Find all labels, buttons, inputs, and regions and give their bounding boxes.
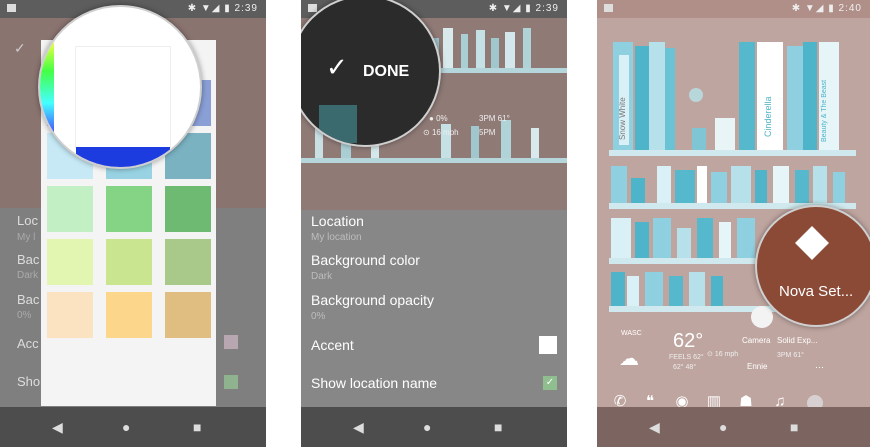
camera-app-label[interactable]: Camera xyxy=(742,336,770,345)
show-location-label[interactable]: Show location name xyxy=(311,375,437,391)
accent-label[interactable]: Accent xyxy=(311,337,354,353)
show-location-checkbox[interactable]: ✓ xyxy=(543,376,557,390)
location-label: Loc xyxy=(17,213,38,228)
book-title: Beauty & The Beast xyxy=(819,42,839,150)
color-swatch[interactable] xyxy=(47,186,93,232)
show-location-label: Sho xyxy=(17,374,41,389)
nav-bar: ◀ ● ■ xyxy=(597,407,870,447)
box-decor xyxy=(715,118,735,150)
cloud-icon: ☁ xyxy=(619,348,639,370)
bg-opacity-sub: 0% xyxy=(17,310,32,321)
nav-bar: ◀ ● ■ xyxy=(301,407,567,447)
color-swatch[interactable] xyxy=(165,239,211,285)
check-icon[interactable]: ✓ xyxy=(14,40,26,57)
widget-line-2: ⊙ 16 mph xyxy=(423,128,459,137)
status-bar: ✱ ▼◢ ▮ 2:40 xyxy=(597,0,870,18)
back-button[interactable]: ◀ xyxy=(52,419,63,436)
color-swatch[interactable] xyxy=(47,239,93,285)
weather-temp[interactable]: 62° xyxy=(673,330,703,353)
color-swatch[interactable] xyxy=(165,186,211,232)
panel-widget-settings: ✱ ▼◢ ▮ 2:39 ● 0% 3PM 61° ⊙ 16 mph 5PM ✓ … xyxy=(301,0,567,447)
bg-opacity-label: Bac xyxy=(17,292,40,307)
recents-button[interactable]: ■ xyxy=(790,419,798,435)
widget-forecast-1: 3PM 61° xyxy=(777,352,804,359)
back-button[interactable]: ◀ xyxy=(353,419,364,436)
widget-wind: ⊙ 16 mph xyxy=(707,351,739,358)
book xyxy=(803,42,817,150)
back-button[interactable]: ◀ xyxy=(649,419,660,436)
book xyxy=(739,42,755,150)
event-label: Ennie xyxy=(747,362,768,371)
blue-swatch[interactable] xyxy=(76,147,170,167)
book-title: Snow White xyxy=(618,55,629,145)
magnifier-nova-settings: Nova Set... xyxy=(755,205,870,327)
color-swatch[interactable] xyxy=(47,292,93,338)
show-location-checkbox[interactable] xyxy=(224,375,238,389)
accent-swatch[interactable] xyxy=(224,335,238,349)
book xyxy=(787,46,803,150)
status-time: 2:40 xyxy=(838,3,862,14)
book xyxy=(635,46,649,150)
solid-explorer-label[interactable]: Solid Exp... xyxy=(777,336,817,345)
bg-color-label[interactable]: Background color xyxy=(311,252,420,268)
color-swatch[interactable] xyxy=(106,239,152,285)
location-sub: My l xyxy=(17,232,36,243)
accent-label: Acc xyxy=(17,336,39,351)
white-swatch-selected[interactable] xyxy=(76,47,170,147)
status-icons: ✱ ▼◢ ▮ xyxy=(187,3,231,14)
color-swatch[interactable] xyxy=(165,292,211,338)
panel-color-picker: ✱ ▼◢ ▮ 2:39 ✓ Loc My l Bac Dark Bac 0% A… xyxy=(0,0,266,447)
status-time: 2:39 xyxy=(234,3,258,14)
bg-opacity-label[interactable]: Background opacity xyxy=(311,292,434,308)
book-title: Cinderella xyxy=(757,42,783,150)
nova-settings-label[interactable]: Nova Set... xyxy=(779,283,853,300)
notification-icon xyxy=(7,4,16,12)
book xyxy=(649,42,665,150)
home-button[interactable]: ● xyxy=(719,419,727,435)
magnifier-color-picker xyxy=(38,5,202,169)
status-icons: ✱ ▼◢ ▮ xyxy=(488,3,532,14)
recents-button[interactable]: ■ xyxy=(494,419,502,435)
weather-feels: FEELS 62° xyxy=(669,354,704,361)
book xyxy=(665,48,675,150)
bg-color-label: Bac xyxy=(17,252,40,267)
shelf-detail xyxy=(319,105,357,143)
accent-swatch[interactable] xyxy=(539,336,557,354)
notification-icon xyxy=(308,4,317,12)
status-icons: ✱ ▼◢ ▮ xyxy=(791,3,835,14)
hue-strip[interactable] xyxy=(40,7,54,167)
rose-decor xyxy=(689,88,703,102)
nav-bar: ◀ ● ■ xyxy=(0,407,266,447)
weather-hilo: 62° 48° xyxy=(673,364,697,371)
location-label[interactable]: Location xyxy=(311,213,364,229)
widget-line-0: ● 0% xyxy=(429,114,448,123)
color-swatch[interactable] xyxy=(106,292,152,338)
widget-line-1: 3PM 61° xyxy=(479,114,510,123)
check-icon[interactable]: ✓ xyxy=(326,52,348,83)
bg-opacity-sub: 0% xyxy=(311,311,326,322)
settings-list: Location My location Background color Da… xyxy=(301,210,567,407)
home-button[interactable]: ● xyxy=(423,419,431,435)
camera-icon[interactable] xyxy=(751,306,773,328)
color-swatch[interactable] xyxy=(106,186,152,232)
vase-decor xyxy=(692,128,706,150)
panel-home-screen: ✱ ▼◢ ▮ 2:40 Snow White Cinderella Beauty… xyxy=(597,0,870,447)
status-time: 2:39 xyxy=(535,3,559,14)
done-button[interactable]: DONE xyxy=(363,63,409,81)
home-button[interactable]: ● xyxy=(122,419,130,435)
bg-color-sub: Dark xyxy=(311,271,333,282)
location-sub: My location xyxy=(311,232,362,243)
bg-color-sub: Dark xyxy=(17,270,39,281)
widget-line-3: 5PM xyxy=(479,128,496,137)
nova-settings-icon[interactable] xyxy=(795,226,829,260)
more-icon[interactable]: ⋯ xyxy=(815,362,824,373)
shelf-plank xyxy=(609,150,856,156)
notification-icon xyxy=(604,4,613,12)
recents-button[interactable]: ■ xyxy=(193,419,201,435)
weather-city: WASC xyxy=(621,330,642,337)
